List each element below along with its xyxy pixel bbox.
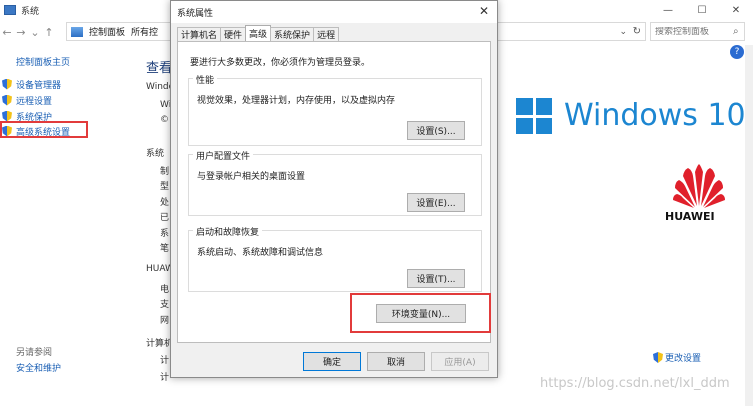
advanced-settings-highlight (0, 121, 88, 138)
system-window-icon (4, 5, 16, 15)
close-icon[interactable]: ✕ (719, 0, 753, 20)
huawei-brand-text: HUAWEI (665, 210, 715, 223)
windows-logo-pane (535, 98, 552, 115)
search-icon[interactable]: ⌕ (733, 26, 739, 37)
breadcrumb-all-items[interactable]: 所有控 (131, 25, 158, 38)
info-row-label: 计 (160, 356, 170, 366)
nav-item-label: 设备管理器 (16, 80, 62, 91)
dialog-title: 系统属性 (177, 8, 214, 19)
info-row-label: 网 (160, 316, 170, 326)
shield-icon (2, 110, 12, 122)
page-title: 查看 (146, 61, 173, 76)
minimize-icon[interactable]: — (651, 0, 685, 20)
section-label: 系统 (146, 149, 165, 159)
shield-icon (2, 78, 12, 90)
search-input[interactable] (655, 26, 733, 37)
info-row-label: © (160, 115, 169, 125)
group-description: 系统启动、系统故障和调试信息 (197, 248, 324, 258)
group-title: 用户配置文件 (193, 149, 254, 162)
info-row-label: 支 (160, 300, 170, 310)
refresh-icon[interactable]: ↻ (633, 26, 641, 37)
see-also-label: 另请参阅 (16, 348, 53, 358)
vertical-scrollbar[interactable] (745, 45, 753, 406)
startup-recovery-group: 启动和故障恢复 系统启动、系统故障和调试信息 设置(T)... (188, 225, 482, 292)
tab-advanced[interactable]: 高级 (245, 25, 272, 41)
info-row-label: 计 (160, 373, 170, 383)
watermark-text: https://blog.csdn.net/lxl_ddm (540, 376, 730, 391)
up-arrow-icon[interactable]: ↑ (42, 26, 56, 39)
info-row-label: 制 (160, 167, 170, 177)
info-row-label: 处 (160, 198, 170, 208)
forward-arrow-icon[interactable]: → (14, 26, 28, 39)
windows-logo-icon (516, 98, 552, 134)
tab-hardware[interactable]: 硬件 (220, 27, 247, 41)
window-controls: — ☐ ✕ (651, 0, 753, 20)
nav-remote-settings[interactable]: 远程设置 (2, 93, 52, 107)
tab-system-protection[interactable]: 系统保护 (270, 27, 315, 41)
nav-device-manager[interactable]: 设备管理器 (2, 77, 61, 91)
info-row-label: 型 (160, 182, 170, 192)
group-title: 启动和故障恢复 (193, 225, 263, 238)
startup-recovery-settings-button[interactable]: 设置(T)... (407, 269, 465, 288)
performance-group: 性能 视觉效果，处理器计划，内存使用，以及虚拟内存 设置(S)... (188, 73, 482, 146)
info-row-label: 系 (160, 229, 170, 239)
dialog-titlebar: 系统属性 ✕ (171, 1, 497, 23)
address-dropdown-icon[interactable]: ⌄ (619, 27, 627, 37)
user-profiles-group: 用户配置文件 与登录帐户相关的桌面设置 设置(E)... (188, 149, 482, 216)
windows-logo-pane (516, 117, 533, 134)
ok-button[interactable]: 确定 (303, 352, 361, 371)
tab-computer-name[interactable]: 计算机名 (177, 27, 222, 41)
windows-logo-pane (535, 117, 552, 134)
section-label: 计算机 (146, 339, 174, 349)
nav-item-label: 远程设置 (16, 96, 53, 107)
control-panel-icon (71, 26, 83, 37)
breadcrumb-control-panel[interactable]: 控制面板 (89, 25, 125, 38)
nav-control-panel-home[interactable]: 控制面板主页 (16, 55, 70, 68)
help-icon[interactable]: ? (730, 45, 744, 59)
search-box[interactable]: ⌕ (650, 22, 745, 41)
windows-brand-text: Windows 10 (564, 98, 746, 133)
windows-logo-pane (516, 98, 533, 115)
group-description: 视觉效果，处理器计划，内存使用，以及虚拟内存 (197, 96, 396, 106)
performance-settings-button[interactable]: 设置(S)... (407, 121, 465, 140)
shield-icon (653, 352, 663, 363)
change-settings-link[interactable]: 更改设置 (653, 351, 701, 364)
user-profiles-settings-button[interactable]: 设置(E)... (407, 193, 465, 212)
info-row-label: 已 (160, 213, 170, 223)
back-arrow-icon[interactable]: ← (0, 26, 14, 39)
dialog-close-icon[interactable]: ✕ (479, 4, 489, 18)
shield-icon (2, 94, 12, 106)
environment-variables-highlight (350, 293, 491, 333)
cancel-button[interactable]: 取消 (367, 352, 425, 371)
admin-note: 要进行大多数更改，你必须作为管理员登录。 (190, 58, 371, 68)
recent-dropdown-icon[interactable]: ⌄ (28, 26, 42, 39)
security-maintenance-link[interactable]: 安全和维护 (16, 361, 61, 374)
apply-button[interactable]: 应用(A) (431, 352, 489, 371)
dialog-tabs: 计算机名 硬件 高级 系统保护 远程 (177, 25, 340, 41)
huawei-logo-icon (673, 164, 725, 208)
info-row-label: 电 (160, 285, 170, 295)
change-settings-label: 更改设置 (665, 354, 702, 364)
group-description: 与登录帐户相关的桌面设置 (197, 172, 306, 182)
group-title: 性能 (193, 73, 218, 86)
maximize-icon[interactable]: ☐ (685, 0, 719, 20)
system-window-title: 系统 (21, 6, 40, 17)
tab-remote[interactable]: 远程 (313, 27, 340, 41)
info-row-label: 笔 (160, 244, 170, 254)
